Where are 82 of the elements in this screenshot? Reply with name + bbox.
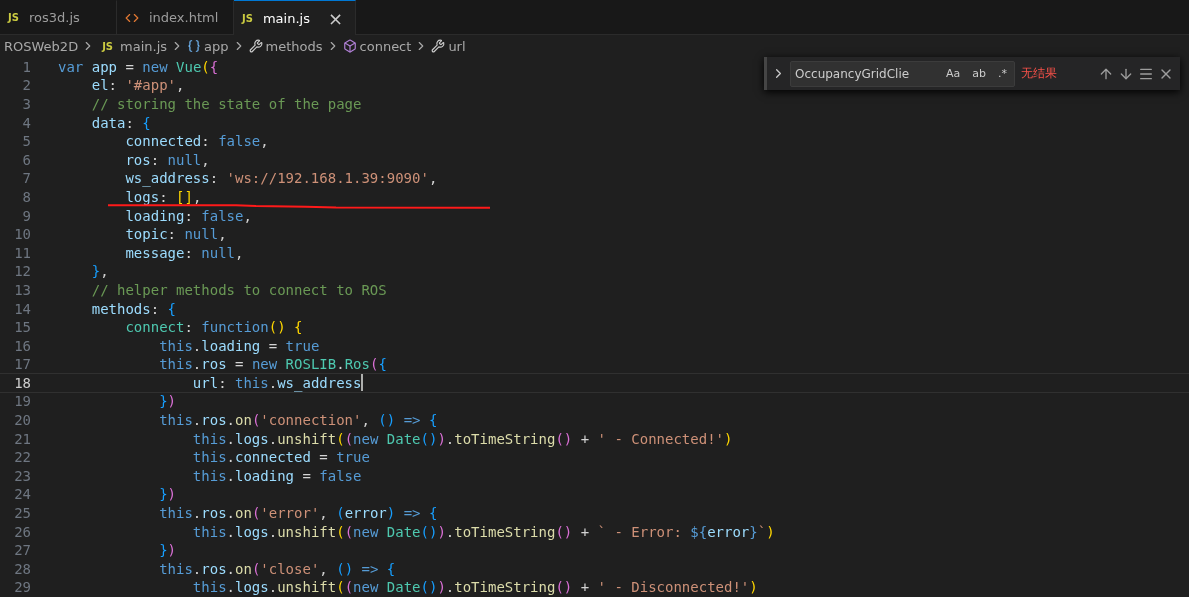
code-line: topic: null,	[124, 225, 227, 244]
line-number: 14	[13, 299, 31, 319]
code-line: this.logs.unshift((new Date()).toTimeString() + ' - Disconnected!')	[191, 578, 758, 597]
js-file-icon: JS	[98, 40, 118, 52]
line-number: 10	[13, 225, 31, 244]
line-number: 6	[21, 150, 31, 170]
variable-icon	[187, 39, 202, 53]
code-line: connected: false,	[124, 132, 269, 151]
breadcrumb-item[interactable]: JS main.js	[98, 38, 168, 54]
code-line: this.logs.unshift((new Date()).toTimeString() + ' - Connected!')	[191, 429, 733, 449]
code-line: el: '#app',	[90, 76, 185, 95]
code-line: })	[158, 485, 176, 505]
wrench-icon	[431, 39, 446, 53]
code-line: methods: {	[90, 299, 176, 319]
tab-label: ros3d.js	[28, 10, 80, 26]
text-cursor	[361, 373, 364, 391]
code-line: this.ros.on('connection', () => {	[158, 411, 438, 430]
code-line: this.logs.unshift((new Date()).toTimeString() + ` - Error: ${error}`)	[191, 522, 775, 542]
line-number: 27	[13, 541, 31, 560]
code-line: // helper methods to connect to ROS	[90, 280, 387, 300]
find-option-toggle[interactable]: .*	[995, 65, 1010, 82]
code-line: url: this.ws_address	[191, 373, 362, 393]
line-number: 29	[13, 578, 31, 597]
find-option-toggle[interactable]: Aa	[943, 65, 964, 82]
line-number: 9	[21, 206, 31, 226]
code-line: var app = new Vue({	[58, 57, 219, 77]
code-line: this.ros.on('close', () => {	[158, 559, 396, 579]
breadcrumb-item[interactable]: app	[187, 38, 229, 54]
line-number: 22	[13, 448, 31, 467]
code-line: logs: [],	[124, 187, 202, 207]
line-number: 17	[13, 355, 31, 374]
line-number: 12	[13, 262, 31, 281]
line-number: 1	[21, 57, 31, 77]
line-number: 11	[13, 243, 31, 263]
code-line: })	[158, 541, 176, 560]
tab-label: main.js	[262, 10, 310, 26]
code-line: this.ros = new ROSLIB.Ros({	[158, 355, 387, 374]
line-number: 5	[21, 132, 31, 151]
close-icon[interactable]: ×	[327, 7, 344, 29]
code-line: },	[90, 262, 109, 281]
breadcrumb-item[interactable]: url	[431, 38, 466, 54]
code-line: message: null,	[124, 243, 244, 263]
line-number: 3	[21, 94, 31, 114]
editor-tab[interactable]: JS main.js ×	[234, 0, 357, 36]
line-number: 25	[13, 504, 31, 523]
line-number: 15	[13, 318, 31, 337]
line-number: 24	[13, 485, 31, 505]
breadcrumb-item[interactable]: connect	[342, 38, 412, 54]
line-number: 8	[21, 187, 31, 207]
code-line: this.ros.on('error', (error) => {	[158, 504, 438, 523]
js-file-icon: JS	[238, 12, 257, 24]
code-line: data: {	[90, 113, 151, 133]
line-number: 4	[21, 113, 31, 133]
line-number: 7	[21, 169, 31, 188]
js-file-icon: JS	[4, 12, 23, 24]
find-option-toggle[interactable]: ab	[969, 65, 989, 82]
line-number: 16	[13, 336, 31, 356]
line-number: 13	[13, 280, 31, 300]
line-number: 2	[21, 76, 31, 95]
line-number: 26	[13, 522, 31, 542]
find-status: 无结果	[1021, 65, 1058, 82]
code-line: ros: null,	[124, 150, 210, 170]
line-number: 18	[13, 373, 31, 393]
code-line: this.connected = true	[191, 448, 370, 467]
line-number: 20	[13, 411, 31, 430]
code-line: connect: function() {	[124, 318, 303, 337]
line-number: 23	[13, 466, 31, 486]
code-line: this.loading = true	[158, 336, 320, 356]
line-number: 19	[13, 392, 31, 412]
find-input[interactable]: OccupancyGridClie Aa ab .*	[790, 60, 1015, 87]
line-number: 21	[13, 429, 31, 449]
code-line: this.loading = false	[191, 466, 362, 486]
line-number: 28	[13, 559, 31, 579]
cube-icon	[342, 39, 357, 53]
tab-label: index.html	[149, 10, 219, 26]
wrench-icon	[248, 39, 263, 53]
breadcrumb-item[interactable]: methods	[248, 38, 323, 54]
code-line: })	[158, 392, 176, 412]
code-line: loading: false,	[124, 206, 252, 226]
breadcrumb-item[interactable]: ROSWeb2D	[4, 38, 79, 54]
code-line: // storing the state of the page	[90, 94, 362, 114]
code-line: ws_address: 'ws://192.168.1.39:9090',	[124, 169, 438, 188]
